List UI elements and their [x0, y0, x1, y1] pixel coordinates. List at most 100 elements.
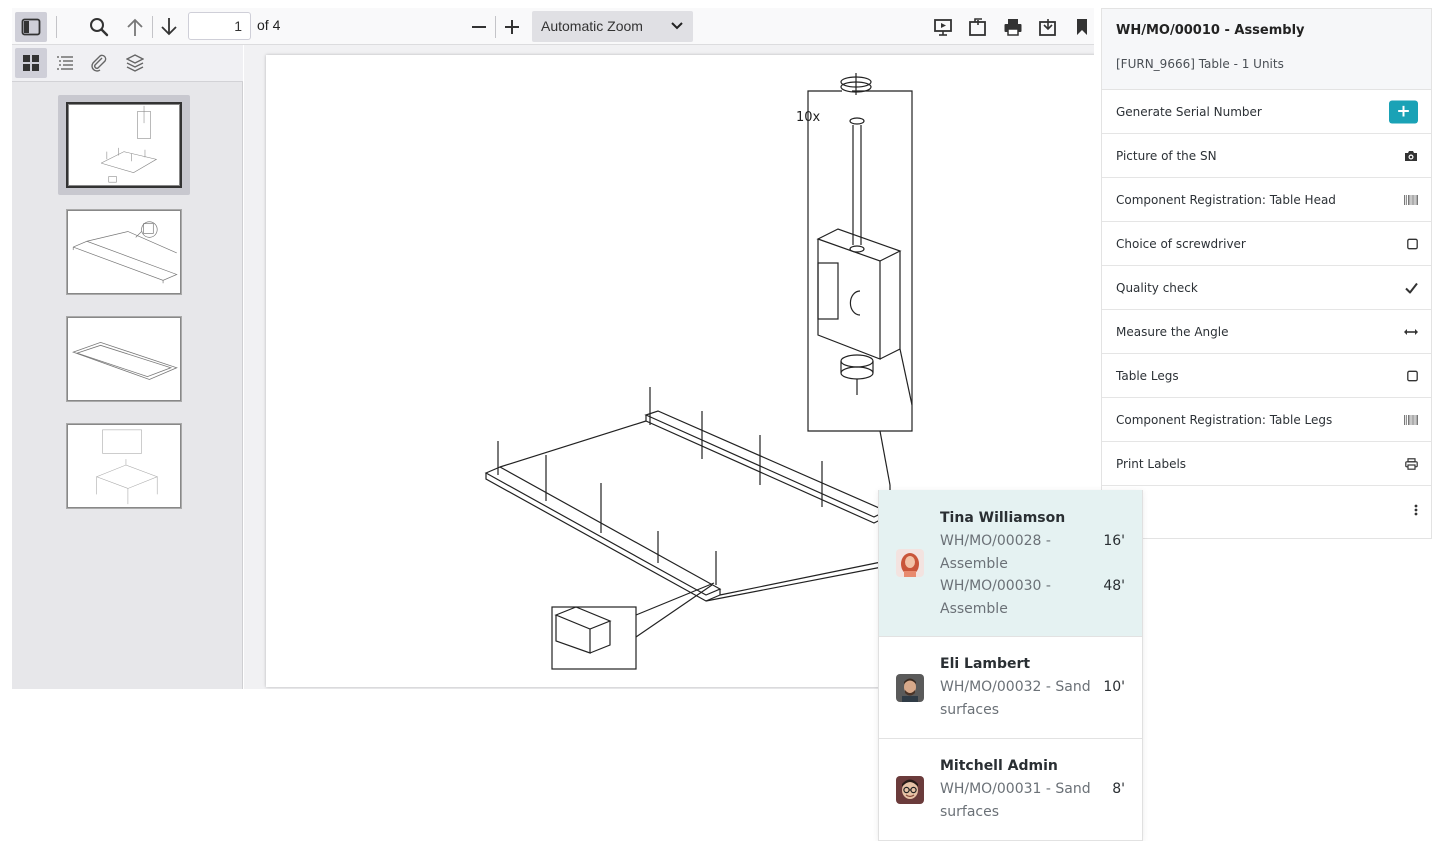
page-count-label: of 4 [257, 17, 281, 33]
product-subtitle: [FURN_9666] Table - 1 Units [1116, 57, 1284, 71]
toolbar-separator [56, 16, 57, 38]
more-actions-button[interactable] [1414, 504, 1418, 516]
quantity-annotation: 10x [796, 110, 821, 125]
thumbnail-page-1[interactable] [58, 95, 190, 195]
employee-row-mitchell-admin[interactable]: Mitchell Admin WH/MO/00031 - Sand surfac… [879, 739, 1142, 841]
employee-name: Mitchell Admin [940, 758, 1058, 774]
work-order-duration: 8' [1112, 781, 1125, 797]
pdf-toolbar: 1 of 4 Automatic Zoom [12, 8, 1094, 45]
work-order-label: WH/MO/00032 - Sand surfaces [940, 679, 1091, 718]
work-order-label: WH/MO/00028 - Assemble [940, 533, 1051, 572]
panel-header: WH/MO/00010 - Assembly [FURN_9666] Table… [1102, 9, 1431, 90]
panel-actions-row [1102, 486, 1431, 534]
avatar [896, 549, 924, 577]
list-icon [57, 56, 73, 70]
find-button[interactable] [83, 12, 115, 42]
grid-icon [23, 55, 39, 71]
bookmark-button[interactable] [1066, 12, 1098, 42]
avatar-tina-williamson [896, 549, 924, 577]
layers-view-button[interactable] [119, 48, 151, 78]
avatar-mitchell-admin [896, 776, 924, 804]
paperclip-icon [91, 54, 107, 72]
work-order-label: WH/MO/00030 - Assemble [940, 578, 1051, 617]
barcode-icon [1404, 194, 1418, 205]
sidebar-toggle-icon [21, 18, 41, 36]
open-file-icon [969, 18, 986, 36]
zoom-in-button[interactable] [496, 12, 528, 42]
next-page-button[interactable] [153, 12, 185, 42]
attachments-view-button[interactable] [83, 48, 115, 78]
step-label: Component Registration: Table Legs [1116, 412, 1333, 427]
step-table-legs[interactable]: Table Legs [1102, 354, 1431, 398]
page-4-thumbnail-image [66, 423, 182, 509]
checkbox-icon [1407, 370, 1418, 381]
search-icon [90, 18, 109, 37]
check-icon [1405, 282, 1418, 293]
page-number-input[interactable]: 1 [188, 12, 251, 40]
outline-view-button[interactable] [49, 48, 81, 78]
sidebar-toolbar [12, 45, 243, 82]
step-label: Measure the Angle [1116, 324, 1229, 339]
step-label: Generate Serial Number [1116, 104, 1262, 119]
plus-icon: + [1389, 100, 1418, 123]
step-label: Quality check [1116, 280, 1198, 295]
arrow-up-icon [127, 18, 143, 36]
presentation-mode-button[interactable] [927, 12, 959, 42]
print-icon [1405, 457, 1418, 470]
zoom-value: Automatic Zoom [541, 18, 643, 34]
kebab-menu-icon [1414, 504, 1418, 516]
previous-page-button[interactable] [119, 12, 151, 42]
checkbox-icon [1407, 238, 1418, 249]
arrow-down-icon [161, 18, 177, 36]
bookmark-icon [1077, 19, 1087, 35]
printer-icon [1004, 19, 1022, 36]
employee-name: Tina Williamson [940, 510, 1066, 526]
employee-row-tina-williamson[interactable]: Tina Williamson WH/MO/00028 - Assemble 1… [879, 490, 1142, 637]
step-label: Table Legs [1116, 368, 1179, 383]
avatar [896, 776, 924, 804]
presentation-icon [934, 19, 952, 36]
avatar [896, 674, 924, 702]
step-choice-screwdriver[interactable]: Choice of screwdriver [1102, 222, 1431, 266]
work-order-duration: 48' [1103, 578, 1125, 594]
thumbnail-sidebar [12, 45, 243, 689]
step-quality-check[interactable]: Quality check [1102, 266, 1431, 310]
page-3-thumbnail-image [66, 316, 182, 402]
layers-icon [126, 54, 144, 72]
open-file-button[interactable] [962, 12, 994, 42]
zoom-select[interactable]: Automatic Zoom [532, 11, 693, 42]
employee-row-eli-lambert[interactable]: Eli Lambert WH/MO/00032 - Sand surfaces … [879, 637, 1142, 739]
zoom-out-button[interactable] [463, 12, 495, 42]
step-component-table-head[interactable]: Component Registration: Table Head [1102, 178, 1431, 222]
barcode-icon [1404, 414, 1418, 425]
download-icon [1039, 19, 1056, 36]
chevron-down-icon [671, 22, 683, 30]
employee-name: Eli Lambert [940, 656, 1031, 672]
step-component-table-legs[interactable]: Component Registration: Table Legs [1102, 398, 1431, 442]
arrows-h-icon [1404, 328, 1418, 335]
toggle-sidebar-button[interactable] [15, 12, 47, 42]
worksheet-panel: WH/MO/00010 - Assembly [FURN_9666] Table… [1101, 8, 1432, 539]
avatar-eli-lambert [896, 674, 924, 702]
page-2-thumbnail-image [66, 209, 182, 295]
work-order-duration: 10' [1103, 679, 1125, 695]
plus-icon [505, 20, 519, 34]
page-1-thumbnail-image [66, 102, 182, 188]
step-label: Choice of screwdriver [1116, 236, 1246, 251]
thumbnail-page-4[interactable] [58, 416, 190, 516]
step-picture-sn[interactable]: Picture of the SN [1102, 134, 1431, 178]
step-print-labels[interactable]: Print Labels [1102, 442, 1431, 486]
minus-icon [472, 26, 486, 28]
thumbnail-view-button[interactable] [15, 48, 47, 78]
work-order-title: WH/MO/00010 - Assembly [1116, 23, 1305, 38]
generate-serial-button[interactable]: + [1389, 100, 1418, 123]
employee-popover: Tina Williamson WH/MO/00028 - Assemble 1… [878, 490, 1143, 841]
print-button[interactable] [997, 12, 1029, 42]
download-button[interactable] [1032, 12, 1064, 42]
thumbnail-page-3[interactable] [58, 309, 190, 409]
thumbnail-page-2[interactable] [58, 202, 190, 302]
step-generate-serial[interactable]: Generate Serial Number + [1102, 90, 1431, 134]
work-order-duration: 16' [1103, 533, 1125, 549]
step-measure-angle[interactable]: Measure the Angle [1102, 310, 1431, 354]
step-label: Component Registration: Table Head [1116, 192, 1336, 207]
